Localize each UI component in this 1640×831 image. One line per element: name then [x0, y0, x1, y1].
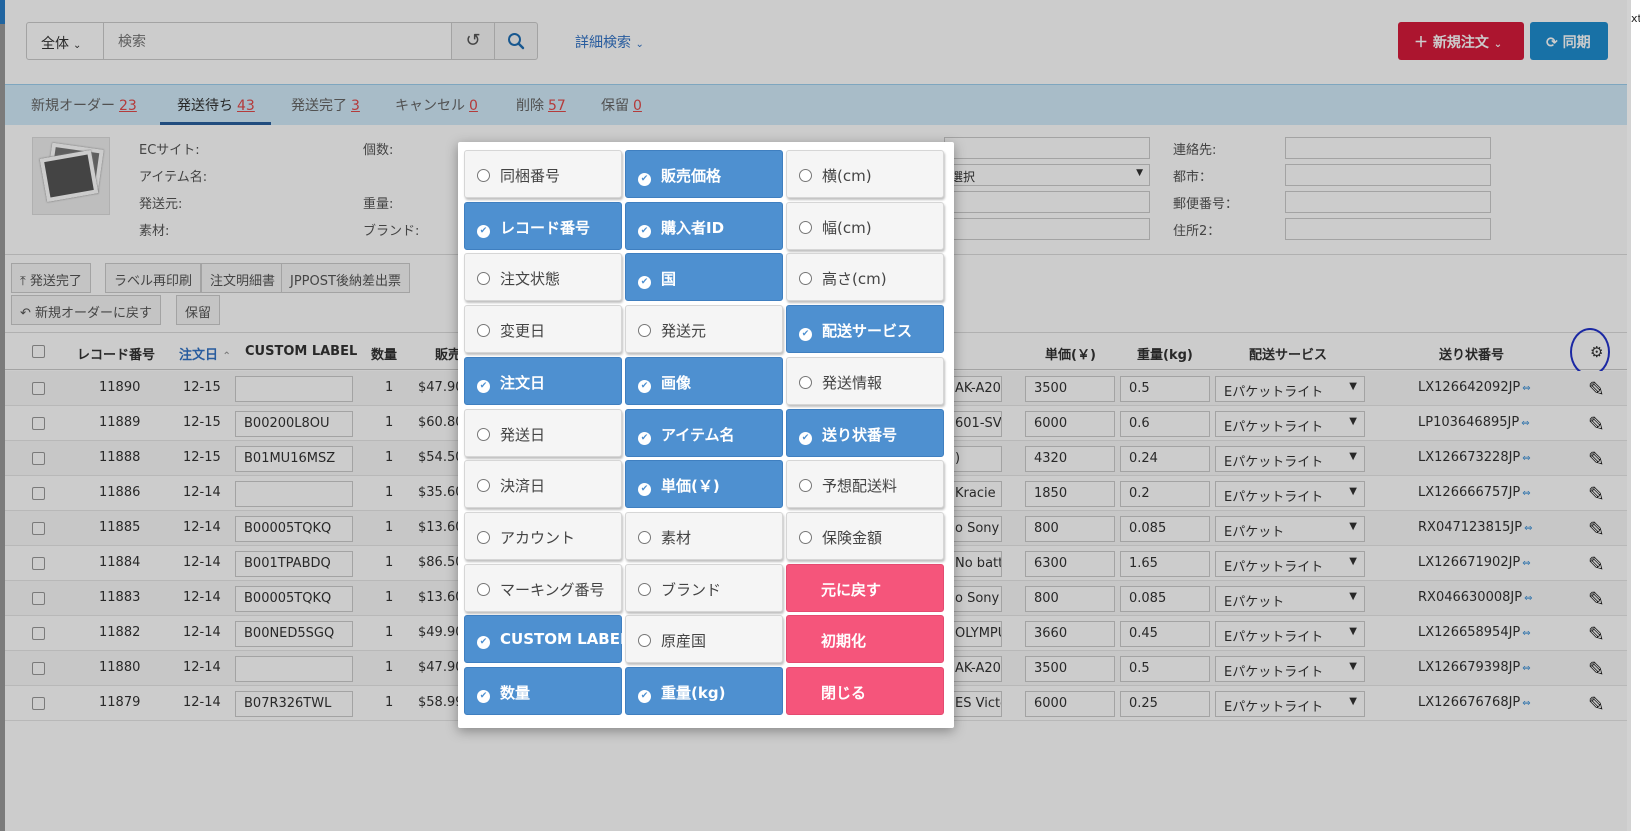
column-toggle-option[interactable]: ✔ 数量 — [464, 667, 622, 715]
radio-empty-icon — [477, 324, 490, 338]
column-toggle-option[interactable]: 保険金額 — [786, 511, 944, 560]
column-toggle-option[interactable]: 横(cm) — [786, 150, 944, 198]
column-toggle-option[interactable]: 原産国 — [625, 615, 783, 664]
check-circle-icon: ✔ — [638, 224, 651, 238]
radio-empty-icon — [477, 169, 490, 182]
check-circle-icon: ✔ — [799, 431, 812, 445]
radio-empty-icon — [477, 582, 490, 596]
radio-empty-icon — [799, 169, 812, 182]
check-circle-icon: ✔ — [477, 379, 490, 393]
column-toggle-option[interactable]: アカウント — [464, 511, 622, 560]
column-settings-modal: 同梱番号 ✔ 販売価格 横(cm) ✔ レコード番号 ✔ 購入者ID 幅(cm) 注文状態 ✔ 国高さ… — [458, 142, 954, 728]
radio-empty-icon — [638, 634, 651, 648]
column-toggle-option[interactable]: 発送元 — [625, 305, 783, 354]
column-toggle-option[interactable]: ✔ 国 — [625, 253, 783, 302]
check-circle-icon: ✔ — [477, 636, 490, 650]
column-toggle-option[interactable]: ✔ 購入者ID — [625, 201, 783, 250]
radio-empty-icon — [799, 479, 812, 493]
radio-empty-icon — [477, 272, 490, 286]
check-circle-icon: ✔ — [638, 173, 651, 186]
radio-empty-icon — [638, 582, 651, 596]
radio-empty-icon — [477, 479, 490, 493]
column-toggle-option[interactable]: ✔ 注文日 — [464, 356, 622, 405]
radio-empty-icon — [799, 530, 812, 544]
column-toggle-option[interactable]: 同梱番号 — [464, 150, 622, 198]
column-toggle-option[interactable]: ブランド — [625, 563, 783, 612]
radio-empty-icon — [799, 375, 812, 389]
check-circle-icon: ✔ — [799, 328, 812, 342]
radio-empty-icon — [638, 530, 651, 544]
radio-empty-icon — [799, 220, 812, 234]
column-toggle-option[interactable]: 決済日 — [464, 460, 622, 509]
modal-action-button[interactable]: 元に戻す — [786, 563, 944, 612]
right-edge-strip: xt — [1627, 0, 1640, 831]
column-toggle-option[interactable]: マーキング番号 — [464, 563, 622, 612]
check-circle-icon: ✔ — [638, 276, 651, 290]
column-toggle-option[interactable]: ✔ 販売価格 — [625, 150, 783, 198]
radio-empty-icon — [477, 530, 490, 544]
column-toggle-option[interactable]: 発送情報 — [786, 356, 944, 405]
check-circle-icon: ✔ — [638, 379, 651, 393]
side-text: xt — [1631, 12, 1640, 25]
modal-action-button[interactable]: 閉じる — [786, 667, 944, 715]
check-circle-icon: ✔ — [477, 690, 490, 703]
modal-action-button[interactable]: 初期化 — [786, 615, 944, 664]
radio-empty-icon — [477, 427, 490, 441]
radio-empty-icon — [638, 324, 651, 338]
column-toggle-option[interactable]: ✔ 単価(￥) — [625, 460, 783, 509]
column-toggle-option[interactable]: ✔ 配送サービス — [786, 305, 944, 354]
column-toggle-option[interactable]: 予想配送料 — [786, 460, 944, 509]
column-toggle-option[interactable]: ✔ CUSTOM LABEL — [464, 615, 630, 664]
column-toggle-option[interactable]: 発送日 — [464, 408, 622, 457]
column-toggle-option[interactable]: 素材 — [625, 511, 783, 560]
column-toggle-option[interactable]: ✔ 送り状番号 — [786, 408, 944, 457]
check-circle-icon: ✔ — [638, 431, 651, 445]
column-toggle-option[interactable]: 幅(cm) — [786, 201, 944, 250]
radio-empty-icon — [799, 272, 812, 286]
check-circle-icon: ✔ — [477, 224, 490, 238]
check-circle-icon: ✔ — [638, 483, 651, 497]
column-toggle-option[interactable]: ✔ レコード番号 — [464, 201, 622, 250]
column-toggle-option[interactable]: 変更日 — [464, 305, 622, 354]
column-toggle-option[interactable]: ✔ 画像 — [625, 356, 783, 405]
column-toggle-option[interactable]: 高さ(cm) — [786, 253, 944, 302]
column-toggle-option[interactable]: 注文状態 — [464, 253, 622, 302]
column-toggle-option[interactable]: ✔ 重量(kg) — [625, 667, 783, 715]
check-circle-icon: ✔ — [638, 690, 651, 703]
column-toggle-option[interactable]: ✔ アイテム名 — [625, 408, 783, 457]
